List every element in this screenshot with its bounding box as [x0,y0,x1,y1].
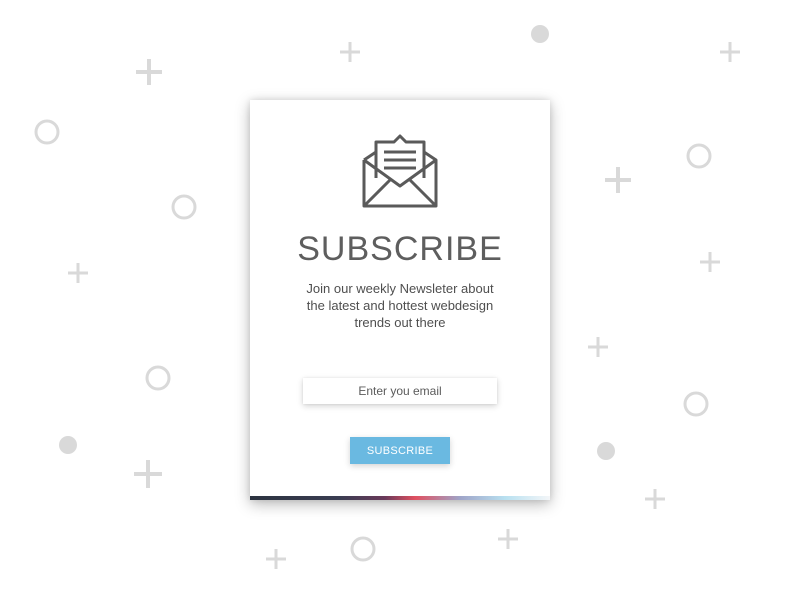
description-line: trends out there [354,315,446,330]
decor-ring [34,119,60,145]
decor-dot [597,442,615,460]
decor-dot [59,436,77,454]
decor-ring [145,365,171,391]
subscribe-card: SUBSCRIBE Join our weekly Newsleter abou… [250,100,550,500]
decor-ring [350,536,376,562]
description-line: the latest and hottest webdesign [306,298,494,313]
decor-ring [171,194,197,220]
subscribe-button[interactable]: SUBSCRIBE [350,437,450,464]
popup-description: Join our weekly Newsleter about the late… [290,280,510,331]
accent-gradient-bar [250,496,550,500]
decor-dot [531,25,549,43]
decor-ring [686,143,712,169]
stage: SUBSCRIBE Join our weekly Newsleter abou… [0,0,800,600]
description-line: Join our weekly Newsleter about [306,281,494,296]
popup-title: SUBSCRIBE [297,230,503,268]
envelope-letter-icon [360,130,440,210]
email-input[interactable] [303,378,497,404]
decor-ring [683,391,709,417]
